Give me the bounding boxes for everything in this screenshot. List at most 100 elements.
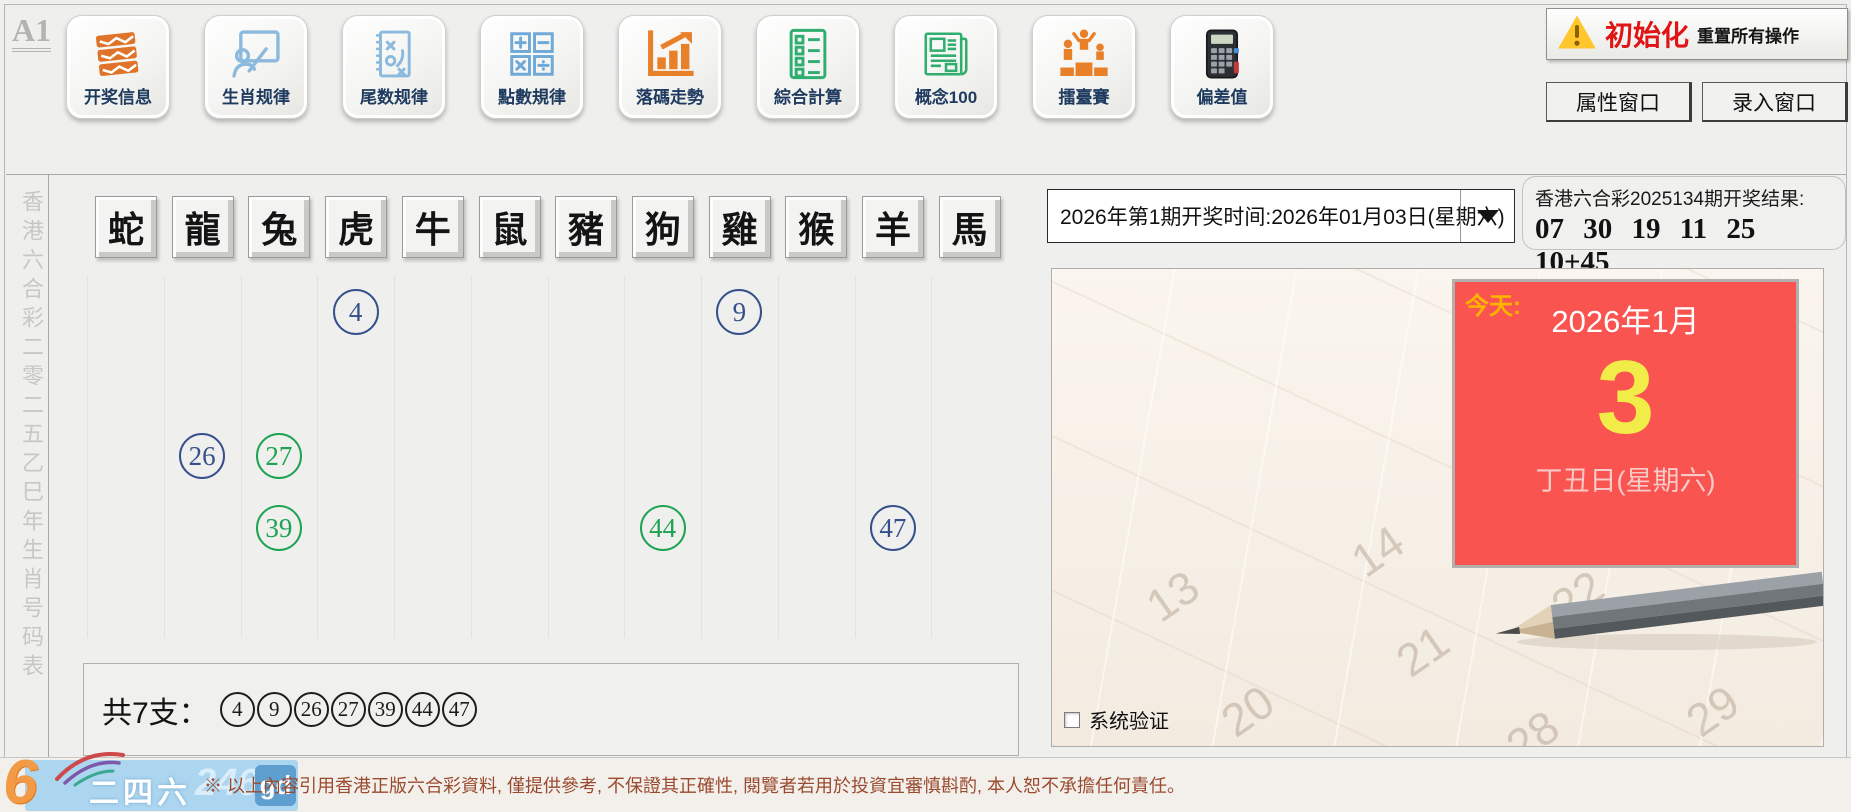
toolbar-button-shengxiao[interactable]: 生肖规律 xyxy=(204,15,308,119)
summary-box: 共7支： 492627394447 xyxy=(83,663,1019,756)
math-icon xyxy=(503,26,561,82)
init-button-label: 初始化 xyxy=(1605,14,1689,54)
entry-window-button[interactable]: 录入窗口 xyxy=(1702,82,1848,122)
toolbar-button-dianshu[interactable]: 點數規律 xyxy=(480,15,584,119)
grid-column xyxy=(624,276,701,638)
grid-number-4: 4 xyxy=(333,289,379,335)
init-button[interactable]: 初始化 重置所有操作 xyxy=(1546,8,1848,60)
toolbar-button-label: 偏差值 xyxy=(1197,83,1248,108)
calculator-icon xyxy=(1193,26,1251,82)
corner-label: A1 xyxy=(12,14,51,52)
system-verify-label: 系统验证 xyxy=(1089,705,1169,734)
disclaimer-text: ※ 以上內容引用香港正版六合彩資料, 僅提供參考, 不保證其正確性, 閱覽者若用… xyxy=(204,772,1185,798)
warning-icon xyxy=(1557,14,1597,55)
calendar-day-info: 丁丑日(星期六) xyxy=(1455,459,1796,498)
presentation-icon xyxy=(227,26,285,82)
calendar-bg-number: 14 xyxy=(1341,514,1414,588)
zodiac-key-7[interactable]: 豬 xyxy=(555,196,617,258)
toolbar-button-label: 落碼走勢 xyxy=(636,83,704,108)
bar-chart-icon xyxy=(641,26,699,82)
pencil-image xyxy=(1492,564,1824,664)
calendar-bg-number: 28 xyxy=(1496,699,1569,747)
calendar-card: 今天: 2026年1月 3 丁丑日(星期六) xyxy=(1452,279,1799,568)
system-verify-checkbox[interactable] xyxy=(1064,712,1080,728)
zodiac-key-10[interactable]: 猴 xyxy=(785,196,847,258)
toolbar-button-kaijiang[interactable]: 开奖信息 xyxy=(66,15,170,119)
checklist-icon xyxy=(779,26,837,82)
newspaper-icon xyxy=(917,26,975,82)
properties-window-button[interactable]: 属性窗口 xyxy=(1546,82,1692,122)
summary-label: 共7支： xyxy=(102,688,209,732)
number-grid: 492627394447 xyxy=(87,276,1008,638)
toolbar-button-label: 綜合計算 xyxy=(774,83,842,108)
result-box: 香港六合彩2025134期开奖结果: 07 30 19 11 25 10+45 xyxy=(1522,176,1846,250)
toolbar-button-label: 擂臺賽 xyxy=(1059,83,1110,108)
toolbar-button-leitai[interactable]: 擂臺賽 xyxy=(1032,15,1136,119)
summary-number-44: 44 xyxy=(405,692,440,727)
watermark-six: 6 xyxy=(3,747,37,812)
grid-column xyxy=(87,276,164,638)
toolbar-button-luoma[interactable]: 落碼走勢 xyxy=(618,15,722,119)
zodiac-key-6[interactable]: 鼠 xyxy=(479,196,541,258)
calendar-bg-number: 21 xyxy=(1386,614,1459,688)
result-title: 香港六合彩2025134期开奖结果: xyxy=(1535,184,1833,211)
init-button-sublabel: 重置所有操作 xyxy=(1697,22,1799,47)
panel-left-border xyxy=(48,174,49,757)
footer: 6 二四六 246 gd ※ 以上內容引用香港正版六合彩資料, 僅提供參考, 不… xyxy=(0,757,1851,812)
toolbar-button-piancha[interactable]: 偏差值 xyxy=(1170,15,1274,119)
chevron-down-icon xyxy=(1477,210,1499,223)
grid-column xyxy=(394,276,471,638)
summary-number-47: 47 xyxy=(442,692,477,727)
podium-icon xyxy=(1055,26,1113,82)
toolbar-separator xyxy=(6,174,1846,175)
period-dropdown-value: 2026年第1期开奖时间:2026年01月03日(星期六) xyxy=(1060,201,1505,231)
summary-number-26: 26 xyxy=(294,692,329,727)
toolbar-button-label: 點數規律 xyxy=(498,83,566,108)
system-verify-row: 系统验证 xyxy=(1064,705,1169,734)
summary-number-39: 39 xyxy=(368,692,403,727)
zodiac-key-8[interactable]: 狗 xyxy=(632,196,694,258)
grid-number-47: 47 xyxy=(870,505,916,551)
summary-number-4: 4 xyxy=(220,692,255,727)
grid-column xyxy=(471,276,548,638)
grid-column xyxy=(855,276,932,638)
calendar-bg-number: 13 xyxy=(1136,559,1209,633)
zodiac-key-4[interactable]: 虎 xyxy=(325,196,387,258)
summary-numbers: 492627394447 xyxy=(219,692,478,727)
summary-number-9: 9 xyxy=(257,692,292,727)
zodiac-key-5[interactable]: 牛 xyxy=(402,196,464,258)
calendar-today-label: 今天: xyxy=(1465,286,1521,321)
toolbar-button-label: 开奖信息 xyxy=(84,83,152,108)
dropdown-arrow-zone[interactable] xyxy=(1460,190,1514,242)
calendar-panel: 29282221201413 今天: 2026年1月 3 丁丑日(星期六) xyxy=(1051,268,1824,747)
strategy-icon xyxy=(365,26,423,82)
grid-number-44: 44 xyxy=(640,505,686,551)
side-vertical-label: 香港六合彩二零二五乙巳年生肖号码表 xyxy=(15,190,47,683)
grid-number-26: 26 xyxy=(179,433,225,479)
zodiac-key-3[interactable]: 兔 xyxy=(248,196,310,258)
zodiac-key-11[interactable]: 羊 xyxy=(862,196,924,258)
zodiac-key-12[interactable]: 馬 xyxy=(939,196,1001,258)
grid-number-27: 27 xyxy=(256,433,302,479)
zodiac-key-1[interactable]: 蛇 xyxy=(95,196,157,258)
summary-number-27: 27 xyxy=(331,692,366,727)
toolbar-button-gainian100[interactable]: 概念100 xyxy=(894,15,998,119)
toolbar-button-label: 尾数规律 xyxy=(360,83,428,108)
grid-number-39: 39 xyxy=(256,505,302,551)
watermark-cn: 二四六 xyxy=(89,768,191,812)
calendar-bg-number: 29 xyxy=(1676,674,1749,747)
toolbar-button-label: 生肖规律 xyxy=(222,83,290,108)
books-icon xyxy=(89,26,147,82)
grid-column xyxy=(778,276,855,638)
grid-column xyxy=(548,276,625,638)
toolbar-button-weishu[interactable]: 尾数规律 xyxy=(342,15,446,119)
toolbar-button-label: 概念100 xyxy=(915,83,977,108)
calendar-bg-number: 20 xyxy=(1211,674,1284,747)
period-dropdown[interactable]: 2026年第1期开奖时间:2026年01月03日(星期六) xyxy=(1047,189,1515,243)
app-window: A1 开奖信息 生肖规律 尾数规律 點數規律 落碼走勢 綜合計算 概念100 擂臺賽 偏差值 初… xyxy=(0,0,1851,812)
zodiac-key-9[interactable]: 雞 xyxy=(709,196,771,258)
grid-column xyxy=(931,276,1008,638)
toolbar-button-zonghe[interactable]: 綜合計算 xyxy=(756,15,860,119)
zodiac-key-2[interactable]: 龍 xyxy=(172,196,234,258)
calendar-day: 3 xyxy=(1455,341,1796,455)
